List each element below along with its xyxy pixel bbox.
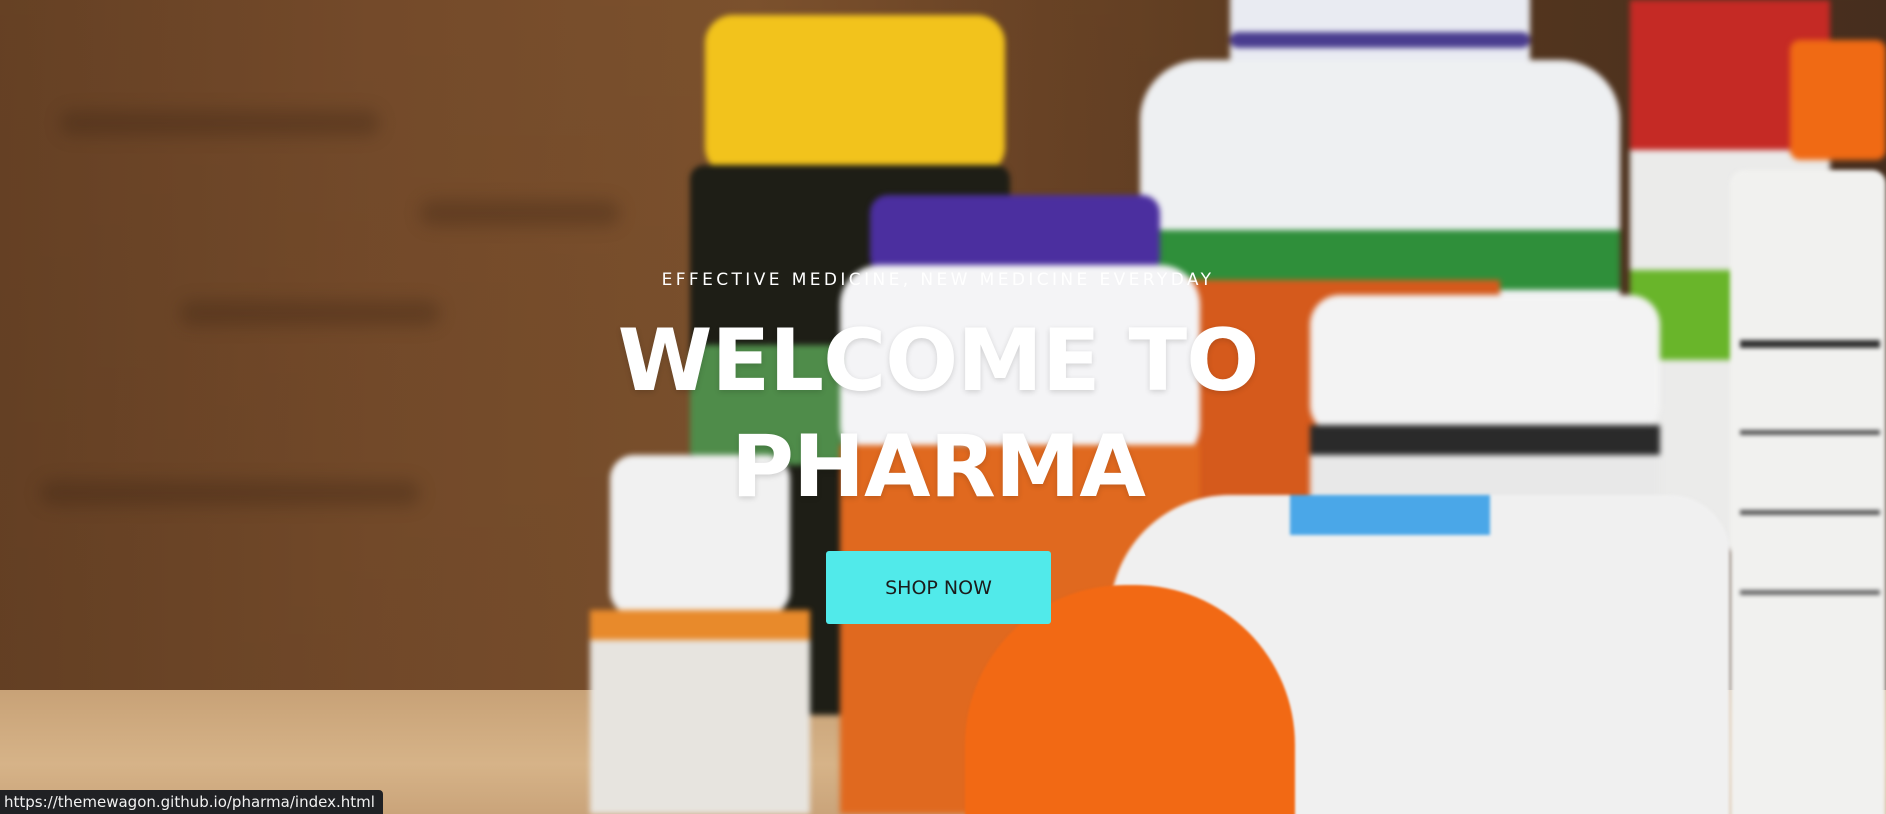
shop-now-button[interactable]: SHOP NOW: [826, 551, 1051, 624]
browser-status-url: https://themewagon.github.io/pharma/inde…: [0, 790, 383, 814]
hero-headline-line1: WELCOME TO: [617, 311, 1260, 411]
hero-headline: WELCOME TO PHARMA: [0, 308, 1876, 520]
hero-tagline: EFFECTIVE MEDICINE, NEW MEDICINE EVERYDA…: [661, 270, 1215, 290]
hero-section: EFFECTIVE MEDICINE, NEW MEDICINE EVERYDA…: [0, 0, 1886, 814]
hero-headline-line2: PHARMA: [731, 417, 1146, 517]
hero-content: EFFECTIVE MEDICINE, NEW MEDICINE EVERYDA…: [0, 0, 1886, 814]
